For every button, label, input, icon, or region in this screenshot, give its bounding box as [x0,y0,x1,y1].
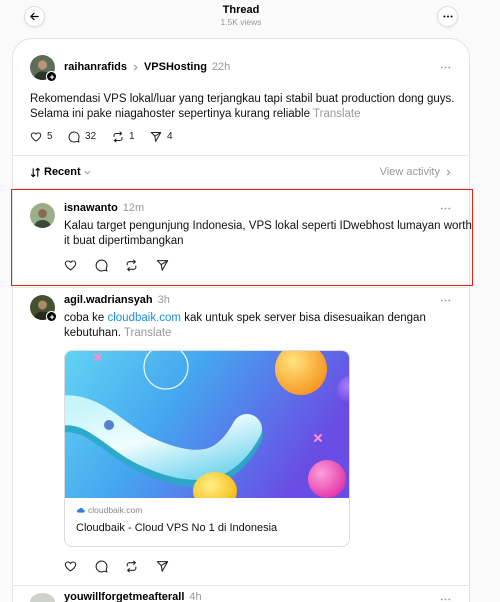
repost-button[interactable] [125,259,138,272]
send-icon [150,132,162,142]
link-preview-card[interactable]: cloudbaik.com Cloudbaik - Cloud VPS No 1… [64,350,350,547]
repost-icon [126,259,137,272]
more-horizontal-icon [440,299,450,301]
chevron-right-icon [446,169,451,175]
plus-icon [49,314,54,319]
reply-header: youwillforgetmeafterall 4h [64,592,202,602]
follow-badge[interactable] [46,311,57,322]
reply-button[interactable] [95,259,108,272]
post-community[interactable]: VPSHosting [144,61,207,74]
like-button[interactable] [64,259,77,272]
reply-header: isnawanto 12m [64,202,144,215]
reply-button[interactable] [95,560,108,573]
repost-button[interactable] [125,560,138,573]
repost-icon [113,131,123,143]
comment-icon [68,131,80,143]
reply-time: 12m [122,202,145,214]
chevron-down-icon [84,170,91,175]
more-horizontal-icon [440,66,450,68]
reply-time: 4h [189,592,202,602]
link-preview-title: Cloudbaik - Cloud VPS No 1 di Indonesia [76,522,278,534]
view-activity-link[interactable]: View activity [380,166,452,178]
comment-icon [95,259,108,272]
heart-icon [64,260,77,271]
thread-menu-button[interactable] [437,6,458,27]
reply-text: coba ke cloudbaik.com kak untuk spek ser… [64,311,476,341]
reply-author[interactable]: isnawanto [64,202,118,215]
reply-count: 32 [85,131,97,142]
like-button[interactable] [64,560,77,573]
sort-label: Recent [44,166,81,178]
divider [12,287,470,288]
pink-sphere [308,460,346,498]
divider [12,188,470,189]
reply-text-before: coba ke [64,312,108,324]
more-horizontal-icon [440,207,450,209]
post-text: Rekomendasi VPS lokal/luar yang terjangk… [30,92,462,122]
share-count: 4 [167,131,173,142]
reply-author-avatar[interactable] [30,203,55,228]
more-horizontal-icon [440,598,450,600]
reply-menu-button[interactable] [438,596,452,602]
share-button[interactable] [156,560,169,573]
link-preview-domain-label: cloudbaik.com [88,505,143,515]
post-body: Rekomendasi VPS lokal/luar yang terjangk… [30,93,455,120]
view-count: 1.5K views [220,17,262,27]
follow-badge[interactable] [46,71,57,82]
divider [12,585,470,586]
share-button[interactable] [156,259,169,272]
divider [12,155,470,156]
view-activity-label: View activity [379,166,440,178]
reply-menu-button[interactable] [438,295,452,305]
comment-icon [95,560,108,573]
chevron-right-icon [133,64,138,71]
heart-icon [64,561,77,572]
send-icon [156,561,169,572]
post-author[interactable]: raihanrafids [64,61,127,74]
cloud-icon [76,507,85,513]
sort-dropdown[interactable]: Recent [30,166,91,178]
page-title: Thread [222,4,260,16]
like-button[interactable]: 5 [30,131,53,143]
reply-author[interactable]: youwillforgetmeafterall [64,592,184,602]
post-menu-button[interactable] [438,62,452,72]
reply-author[interactable]: agil.wadriansyah [64,294,153,307]
share-button[interactable]: 4 [150,131,173,143]
like-count: 5 [47,131,53,142]
sort-icon [30,167,41,177]
reply-header: agil.wadriansyah 3h [64,294,170,307]
reply-time: 3h [157,294,170,306]
more-horizontal-icon [442,15,453,18]
reply-text: Kalau target pengunjung Indonesia, VPS l… [64,220,472,247]
send-icon [156,260,169,271]
link-preview-domain: cloudbaik.com [76,505,142,515]
plus-icon [49,74,54,79]
reply-button[interactable]: 32 [68,131,96,143]
repost-icon [126,560,137,573]
translate-link[interactable]: Translate [124,327,172,339]
link-preview-image [65,351,349,498]
repost-count: 1 [129,131,135,142]
repost-button[interactable]: 1 [112,131,135,143]
post-time: 22h [211,61,231,73]
small-dot [104,420,114,430]
translate-link[interactable]: Translate [313,108,361,120]
post-header: raihanrafids VPSHosting 22h [64,61,230,74]
reply-link[interactable]: cloudbaik.com [107,312,181,324]
thread-page: Thread 1.5K views raihanrafids VPSHostin… [0,0,500,602]
reply-menu-button[interactable] [438,203,452,213]
heart-icon [30,132,42,142]
